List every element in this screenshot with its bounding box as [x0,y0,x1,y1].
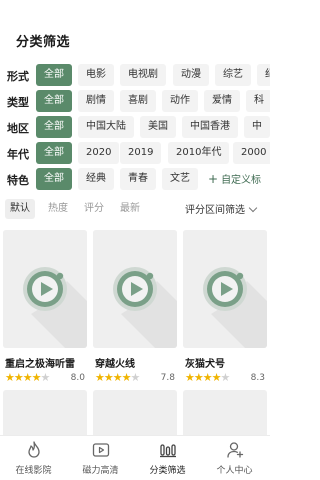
sort-latest[interactable]: 最新 [115,199,145,219]
chip-year-2019[interactable]: 2019 [120,142,162,164]
chip-format-movie[interactable]: 电影 [78,64,114,86]
filter-label: 类型 [7,96,29,109]
tab-label: 在线影院 [15,466,52,476]
rating-score: 8.3 [250,373,265,383]
play-box-icon [92,443,109,457]
chip-region-mainland[interactable]: 中国大陆 [78,116,134,138]
sort-rating[interactable]: 评分 [79,199,109,219]
sort-popularity[interactable]: 热度 [43,199,73,219]
bars-icon [159,444,176,458]
chip-year-2020[interactable]: 2020 [78,142,120,164]
movie-title: 灰猫犬号 [185,359,225,370]
bottom-tab-bar: 在线影院 磁力高清 分类筛选 个人中心 [0,435,270,480]
page-title: 分类筛选 [16,35,71,50]
chip-genre-romance[interactable]: 爱情 [204,90,240,112]
rating-stars: ★★★★★ [185,371,230,384]
sort-bar: 默认 热度 评分 最新 评分区间筛选 [0,199,270,221]
rating-stars: ★★★★★ [95,371,140,384]
poster-placeholder [93,230,177,348]
filter-row-region: 地区 全部 中国大陆 美国 中国香港 中 [0,116,270,138]
chip-region-hk[interactable]: 中国香港 [182,116,238,138]
chip-region-more[interactable]: 中 [244,116,270,138]
user-add-icon [226,442,243,458]
chevron-down-icon [248,203,258,213]
chip-format-tv[interactable]: 电视剧 [120,64,166,86]
tab-online-cinema[interactable]: 在线影院 [0,440,67,476]
movie-card-partial[interactable] [183,390,267,440]
flame-icon [27,441,40,458]
chip-genre-scifi[interactable]: 科 [246,90,270,112]
rating-stars: ★★★★★ [5,371,50,384]
chip-genre-all[interactable]: 全部 [36,90,72,112]
chip-year-all[interactable]: 全部 [36,142,72,164]
plus-icon: + [208,172,219,186]
rating-score: 8.0 [70,373,85,383]
custom-tag-button[interactable]: + 自定义标 [206,168,263,190]
chip-region-us[interactable]: 美国 [140,116,176,138]
tab-magnet-hd[interactable]: 磁力高清 [67,440,134,476]
chip-feature-arthouse[interactable]: 文艺 [162,168,198,190]
chip-format-doc[interactable]: 纪 [257,64,270,86]
rating-range-label: 评分区间筛选 [185,205,245,216]
rating-score: 7.8 [160,373,175,383]
chip-format-anime[interactable]: 动漫 [173,64,209,86]
tab-label: 磁力高清 [82,466,119,476]
filter-label: 地区 [7,122,29,135]
filter-row-genre: 类型 全部 剧情 喜剧 动作 爱情 科 [0,90,270,112]
chip-genre-drama[interactable]: 剧情 [78,90,114,112]
poster-placeholder [183,230,267,348]
chip-year-2010s[interactable]: 2010年代 [168,142,230,164]
chip-region-all[interactable]: 全部 [36,116,72,138]
chip-feature-all[interactable]: 全部 [36,168,72,190]
filter-label: 形式 [7,70,29,83]
rating-range-filter[interactable]: 评分区间筛选 [185,201,258,216]
tab-profile[interactable]: 个人中心 [201,440,268,476]
chip-format-variety[interactable]: 综艺 [215,64,251,86]
chip-feature-classic[interactable]: 经典 [78,168,114,190]
filter-row-format: 形式 全部 电影 电视剧 动漫 综艺 纪 [0,64,270,86]
custom-tag-label: 自定义标 [221,175,262,186]
chip-genre-action[interactable]: 动作 [162,90,198,112]
chip-feature-youth[interactable]: 青春 [120,168,156,190]
filter-row-year: 年代 全部 2020 2019 2010年代 2000 [0,142,270,164]
chip-year-2000s[interactable]: 2000 [233,142,270,164]
movie-title: 重启之极海听雷 [5,359,75,370]
tab-category-filter[interactable]: 分类筛选 [134,440,201,476]
chip-genre-comedy[interactable]: 喜剧 [120,90,156,112]
movie-card-partial[interactable] [93,390,177,440]
filter-label: 年代 [7,148,29,161]
tab-label: 分类筛选 [149,466,186,476]
movie-card-partial[interactable] [3,390,87,440]
poster-placeholder [3,230,87,348]
filter-row-feature: 特色 全部 经典 青春 文艺 + 自定义标 [0,168,270,190]
filter-label: 特色 [7,174,29,187]
sort-default[interactable]: 默认 [5,199,35,219]
chip-format-all[interactable]: 全部 [36,64,72,86]
tab-label: 个人中心 [216,466,253,476]
movie-title: 穿越火线 [95,359,135,370]
